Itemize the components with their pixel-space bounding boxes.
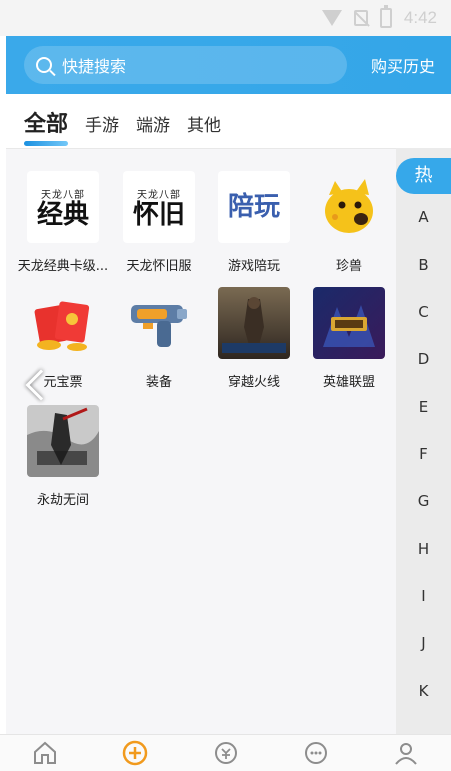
red-envelope-icon bbox=[27, 287, 99, 359]
grid-item-yuanbao-ticket[interactable]: 元宝票 bbox=[14, 287, 112, 390]
index-letter[interactable]: F bbox=[396, 445, 451, 463]
nav-message[interactable] bbox=[271, 735, 361, 771]
grid-item-label: 永劫无间 bbox=[36, 493, 89, 508]
index-letter[interactable]: H bbox=[396, 540, 451, 558]
index-letter[interactable]: K bbox=[396, 682, 451, 700]
index-letter[interactable]: C bbox=[396, 303, 451, 321]
game-grid: 天龙八部 经典 天龙经典卡级... 天龙八部 怀旧 天龙怀旧服 陪玩 游戏陪玩 bbox=[6, 148, 396, 734]
status-bar: 4:42 bbox=[0, 0, 451, 36]
signal-icon bbox=[321, 10, 342, 26]
grid-item-crossfire[interactable]: 穿越火线 bbox=[205, 287, 303, 390]
index-hot[interactable]: 热 bbox=[396, 158, 451, 194]
search-input[interactable]: 快捷搜索 bbox=[24, 46, 347, 84]
grid-item-equipment[interactable]: 装备 bbox=[110, 287, 208, 390]
tab-other[interactable]: 其他 bbox=[187, 111, 221, 148]
category-tabs: 全部 手游 端游 其他 bbox=[6, 94, 451, 148]
purchase-history-button[interactable]: 购买历史 bbox=[371, 53, 435, 77]
alphabet-index: 热 A B C D E F G H I J K bbox=[396, 148, 451, 734]
status-time: 4:42 bbox=[403, 8, 437, 27]
grid-item-label: 游戏陪玩 bbox=[227, 259, 280, 274]
index-letter[interactable]: J bbox=[396, 634, 451, 652]
index-letter[interactable]: E bbox=[396, 398, 451, 416]
home-icon bbox=[34, 741, 57, 764]
grid-item-naraka[interactable]: 永劫无间 bbox=[14, 405, 112, 508]
blaster-gun-icon bbox=[123, 287, 195, 359]
nav-exchange[interactable] bbox=[180, 735, 270, 771]
nav-home[interactable] bbox=[0, 735, 90, 771]
search-placeholder: 快捷搜索 bbox=[62, 57, 127, 76]
search-icon bbox=[36, 57, 52, 73]
tab-mobile-games[interactable]: 手游 bbox=[85, 111, 119, 148]
grid-item-label: 装备 bbox=[145, 375, 172, 390]
grid-item-label: 天龙经典卡级... bbox=[17, 259, 109, 274]
message-icon bbox=[304, 742, 327, 764]
grid-item-label: 珍兽 bbox=[335, 259, 362, 274]
nav-add[interactable] bbox=[90, 735, 180, 771]
nav-profile[interactable] bbox=[361, 735, 451, 771]
tab-all[interactable]: 全部 bbox=[24, 106, 69, 148]
index-letter[interactable]: A bbox=[396, 208, 451, 226]
grid-item-label: 天龙怀旧服 bbox=[126, 259, 192, 274]
tab-pc-games[interactable]: 端游 bbox=[136, 111, 170, 148]
naraka-cover-image bbox=[27, 405, 99, 477]
grid-item-lol[interactable]: 英雄联盟 bbox=[300, 287, 398, 390]
header-bar: 快捷搜索 购买历史 bbox=[6, 36, 451, 94]
index-letter[interactable]: G bbox=[396, 492, 451, 510]
league-of-legends-cover-image bbox=[313, 287, 385, 359]
index-letter[interactable]: D bbox=[396, 350, 451, 368]
game-companion-calligraphy-icon: 陪玩 bbox=[218, 171, 290, 243]
tianlong-classic-calligraphy-icon: 天龙八部 经典 bbox=[27, 171, 99, 243]
grid-item-tianlong-nostalgia[interactable]: 天龙八部 怀旧 天龙怀旧服 bbox=[110, 171, 208, 274]
add-circle-icon bbox=[123, 740, 148, 766]
yellow-pet-icon bbox=[313, 171, 385, 243]
tianlong-nostalgia-calligraphy-icon: 天龙八部 怀旧 bbox=[123, 171, 195, 243]
index-letter[interactable]: B bbox=[396, 256, 451, 274]
grid-item-label: 穿越火线 bbox=[227, 375, 280, 390]
crossfire-cover-image bbox=[218, 287, 290, 359]
grid-item-label: 英雄联盟 bbox=[322, 375, 375, 390]
no-sim-icon bbox=[353, 10, 368, 26]
grid-item-pet[interactable]: 珍兽 bbox=[300, 171, 398, 274]
user-icon bbox=[395, 743, 417, 765]
index-letter[interactable]: I bbox=[396, 587, 451, 605]
battery-icon bbox=[379, 5, 392, 28]
grid-item-tianlong-classic[interactable]: 天龙八部 经典 天龙经典卡级... bbox=[14, 171, 112, 274]
exchange-icon bbox=[214, 742, 237, 764]
grid-item-game-companion[interactable]: 陪玩 游戏陪玩 bbox=[205, 171, 303, 274]
bottom-navigation bbox=[0, 734, 451, 771]
